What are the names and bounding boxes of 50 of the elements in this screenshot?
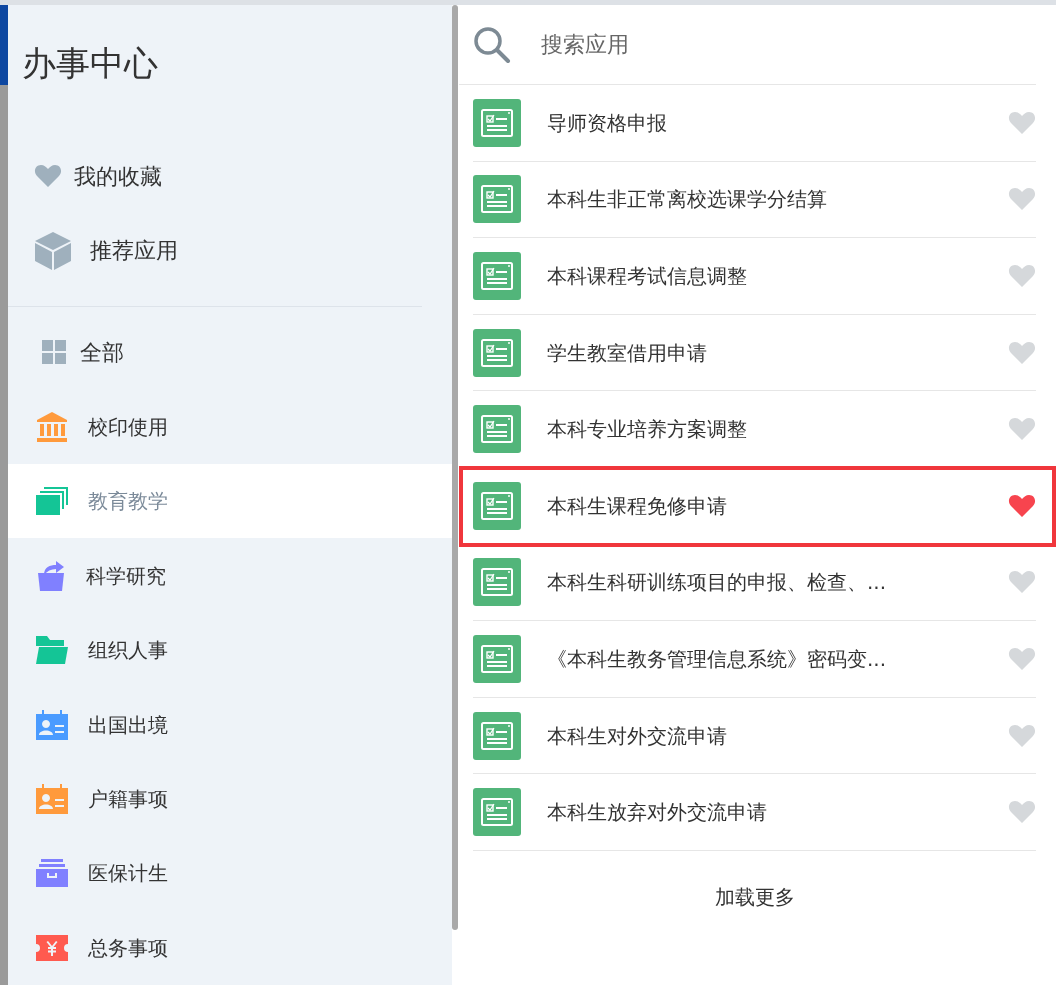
app-name: 导师资格申报 bbox=[547, 109, 668, 137]
app-name: 本科生放弃对外交流申请 bbox=[547, 799, 768, 827]
app-row[interactable]: 本科生非正常离校选课学分结算 bbox=[473, 161, 1036, 239]
app-row[interactable]: 导师资格申报 bbox=[473, 85, 1036, 162]
scrollbar-thumb[interactable] bbox=[452, 5, 458, 930]
form-icon bbox=[473, 558, 521, 607]
sidebar-item[interactable]: 推荐应用 bbox=[8, 213, 452, 289]
form-icon bbox=[473, 252, 521, 300]
app-row[interactable]: 本科生课程免修申请 bbox=[461, 467, 1054, 545]
app-name: 本科生课程免修申请 bbox=[547, 492, 728, 520]
sidebar-item[interactable]: 全部 bbox=[8, 315, 452, 390]
category-item[interactable]: 总务事项 bbox=[8, 910, 452, 985]
app-row[interactable]: 本科生对外交流申请 bbox=[473, 697, 1036, 775]
category-item[interactable]: 组织人事 bbox=[8, 612, 452, 688]
app-name: 本科专业培养方案调整 bbox=[547, 416, 748, 444]
load-more-button[interactable]: 加载更多 bbox=[708, 880, 801, 913]
category-item[interactable]: 教育教学 bbox=[8, 464, 452, 539]
form-icon bbox=[473, 481, 521, 530]
app-name: 《本科生教务管理信息系统》密码变... bbox=[547, 645, 888, 673]
app-row[interactable]: 本科生科研训练项目的申报、检查、... bbox=[473, 544, 1036, 622]
search-field[interactable]: 搜索应用 bbox=[539, 27, 1036, 62]
form-icon bbox=[473, 634, 521, 683]
app-name: 本科课程考试信息调整 bbox=[547, 263, 748, 290]
form-icon bbox=[473, 788, 521, 837]
category-item[interactable]: 科学研究 bbox=[8, 538, 452, 613]
heart-icon bbox=[34, 164, 62, 189]
form-icon bbox=[473, 711, 521, 760]
app-name: 本科生对外交流申请 bbox=[547, 722, 728, 750]
app-row[interactable]: 本科生放弃对外交流申请 bbox=[473, 774, 1036, 851]
category-item[interactable]: 出国出境 bbox=[8, 687, 452, 762]
cube-icon bbox=[34, 230, 72, 271]
search-icon bbox=[473, 25, 511, 64]
form-icon bbox=[473, 405, 521, 454]
app-row[interactable]: 本科专业培养方案调整 bbox=[473, 391, 1036, 468]
app-row[interactable]: 学生教室借用申请 bbox=[473, 314, 1036, 392]
grid-icon bbox=[42, 340, 66, 365]
form-icon bbox=[473, 328, 521, 377]
category-item[interactable]: 医保计生 bbox=[8, 836, 452, 911]
app-name: 学生教室借用申请 bbox=[547, 339, 708, 367]
app-row[interactable]: 《本科生教务管理信息系统》密码变... bbox=[473, 621, 1036, 698]
app-name: 本科生非正常离校选课学分结算 bbox=[547, 186, 828, 214]
category-item[interactable]: 户籍事项 bbox=[8, 761, 452, 837]
sidebar-title: 办事中心 bbox=[21, 42, 159, 85]
form-icon bbox=[473, 98, 521, 147]
app-name: 本科生科研训练项目的申报、检查、... bbox=[547, 569, 888, 597]
sidebar-item[interactable]: 我的收藏 bbox=[8, 139, 452, 214]
category-item[interactable]: 校印使用 bbox=[8, 389, 452, 464]
form-icon bbox=[473, 175, 521, 224]
favorite-icon[interactable] bbox=[1008, 493, 1036, 518]
app-row[interactable]: 本科课程考试信息调整 bbox=[473, 238, 1036, 315]
